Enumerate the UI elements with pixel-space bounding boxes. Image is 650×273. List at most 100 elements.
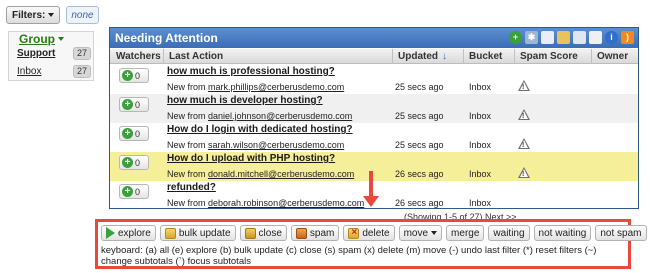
- updated-time: 25 secs ago: [395, 140, 444, 150]
- group-item-support[interactable]: Support 27: [17, 46, 91, 60]
- last-action-prefix: New from: [167, 111, 209, 121]
- column-header-bucket[interactable]: Bucket: [469, 51, 502, 62]
- filters-bar: Filters: none: [6, 6, 99, 24]
- group-subtotals-panel: Group Support 27 Inbox 27: [8, 31, 94, 81]
- watchers-button[interactable]: + 0: [119, 184, 149, 199]
- gear-icon[interactable]: ✱: [525, 31, 538, 44]
- close-label: close: [258, 227, 282, 239]
- add-watcher-icon: +: [122, 99, 133, 110]
- ticket-subject-link[interactable]: how much is developer hosting?: [167, 95, 323, 106]
- updated-time: 25 secs ago: [395, 82, 444, 92]
- bulk-update-button[interactable]: bulk update: [159, 225, 236, 241]
- watchers-count: 0: [135, 157, 141, 168]
- warning-mark: !: [522, 84, 525, 91]
- worklist-header-row: Watchers Last Action Updated ↓ Bucket Sp…: [110, 49, 638, 64]
- watchers-count: 0: [135, 128, 141, 139]
- not-spam-button[interactable]: not spam: [595, 225, 647, 241]
- group-item-inbox[interactable]: Inbox 27: [17, 64, 91, 78]
- not-waiting-label: not waiting: [538, 227, 587, 239]
- column-header-spam-score[interactable]: Spam Score: [520, 51, 578, 62]
- last-action-prefix: New from: [167, 169, 209, 179]
- group-item-label: Inbox: [17, 65, 42, 77]
- play-icon: [106, 227, 115, 239]
- last-action-text: New from donald.mitchell@cerberusdemo.co…: [167, 169, 354, 179]
- updated-time: 25 secs ago: [395, 111, 444, 121]
- merge-label: merge: [451, 227, 480, 239]
- callout-arrow-icon: [363, 196, 379, 207]
- table-row[interactable]: + 0 how much is developer hosting? New f…: [110, 94, 638, 123]
- watchers-button[interactable]: + 0: [119, 68, 149, 83]
- last-action-text: New from sarah.wilson@cerberusdemo.com: [167, 140, 344, 150]
- bulk-actions-callout: explore bulk update close spam delete mo…: [95, 219, 647, 269]
- spam-button[interactable]: spam: [290, 225, 340, 241]
- warning-mark: !: [522, 113, 525, 120]
- spam-icon: [295, 227, 307, 239]
- chevron-down-icon: [48, 13, 55, 17]
- column-divider: [163, 49, 164, 64]
- copy-icon[interactable]: [541, 31, 554, 44]
- not-waiting-button[interactable]: not waiting: [533, 225, 592, 241]
- filter-value-link[interactable]: none: [66, 6, 99, 24]
- explore-button[interactable]: explore: [101, 225, 156, 241]
- rss-icon[interactable]: ): [621, 31, 634, 44]
- watchers-button[interactable]: + 0: [119, 126, 149, 141]
- add-watcher-icon: +: [122, 157, 133, 168]
- ticket-subject-link[interactable]: How do I upload with PHP hosting?: [167, 153, 335, 164]
- move-label: move: [403, 227, 429, 239]
- column-divider: [514, 49, 515, 64]
- bucket-name: Inbox: [469, 198, 492, 208]
- group-header-menu[interactable]: Group: [19, 32, 64, 46]
- filters-label: Filters:: [12, 9, 46, 21]
- ticket-subject-link[interactable]: refunded?: [167, 182, 216, 193]
- waiting-button[interactable]: waiting: [488, 225, 530, 241]
- last-action-prefix: New from: [167, 140, 209, 150]
- folder-icon[interactable]: [557, 31, 570, 44]
- group-header-label: Group: [19, 32, 55, 46]
- column-divider: [392, 49, 393, 64]
- folder-lock-icon: [244, 227, 256, 239]
- keyboard-shortcuts-text: keyboard: (a) all (e) explore (b) bulk u…: [101, 245, 597, 267]
- filters-menu-button[interactable]: Filters:: [6, 6, 61, 24]
- merge-button[interactable]: merge: [446, 225, 485, 241]
- info-icon[interactable]: i: [605, 31, 618, 44]
- column-header-watchers[interactable]: Watchers: [116, 51, 161, 62]
- group-item-count: 27: [72, 46, 91, 60]
- sender-email-link[interactable]: deborah.robinson@cerberusdemo.com: [208, 198, 364, 208]
- close-button[interactable]: close: [239, 225, 287, 241]
- spam-label: spam: [309, 227, 335, 239]
- move-button[interactable]: move: [398, 225, 443, 241]
- column-header-updated[interactable]: Updated: [398, 51, 438, 62]
- print-icon[interactable]: [589, 31, 602, 44]
- warning-mark: !: [522, 171, 525, 178]
- ticket-subject-link[interactable]: how much is professional hosting?: [167, 66, 335, 77]
- worklist-title: Needing Attention: [115, 31, 218, 45]
- sender-email-link[interactable]: mark.phillips@cerberusdemo.com: [208, 82, 344, 92]
- table-row[interactable]: + 0 how much is professional hosting? Ne…: [110, 65, 638, 94]
- table-row[interactable]: + 0 How do I login with dedicated hostin…: [110, 123, 638, 152]
- watchers-count: 0: [135, 99, 141, 110]
- sender-email-link[interactable]: donald.mitchell@cerberusdemo.com: [208, 169, 354, 179]
- add-watcher-icon: +: [122, 70, 133, 81]
- chevron-down-icon: [431, 231, 438, 235]
- export-icon[interactable]: [573, 31, 586, 44]
- add-watcher-icon: +: [122, 186, 133, 197]
- warning-mark: !: [522, 142, 525, 149]
- last-action-text: New from deborah.robinson@cerberusdemo.c…: [167, 198, 364, 208]
- delete-button[interactable]: delete: [343, 225, 395, 241]
- column-divider: [591, 49, 592, 64]
- sender-email-link[interactable]: sarah.wilson@cerberusdemo.com: [208, 140, 344, 150]
- ticket-subject-link[interactable]: How do I login with dedicated hosting?: [167, 124, 353, 135]
- bucket-name: Inbox: [469, 169, 492, 179]
- not-spam-label: not spam: [600, 227, 642, 239]
- column-divider: [463, 49, 464, 64]
- add-icon[interactable]: +: [509, 31, 522, 44]
- table-row-selected[interactable]: + 0 How do I upload with PHP hosting? Ne…: [110, 152, 638, 181]
- watchers-count: 0: [135, 186, 141, 197]
- watchers-button[interactable]: + 0: [119, 155, 149, 170]
- column-header-owner[interactable]: Owner: [597, 51, 628, 62]
- sender-email-link[interactable]: daniel.johnson@cerberusdemo.com: [208, 111, 352, 121]
- column-header-last-action[interactable]: Last Action: [169, 51, 223, 62]
- folder-icon: [164, 227, 176, 239]
- watchers-button[interactable]: + 0: [119, 97, 149, 112]
- last-action-text: New from daniel.johnson@cerberusdemo.com: [167, 111, 352, 121]
